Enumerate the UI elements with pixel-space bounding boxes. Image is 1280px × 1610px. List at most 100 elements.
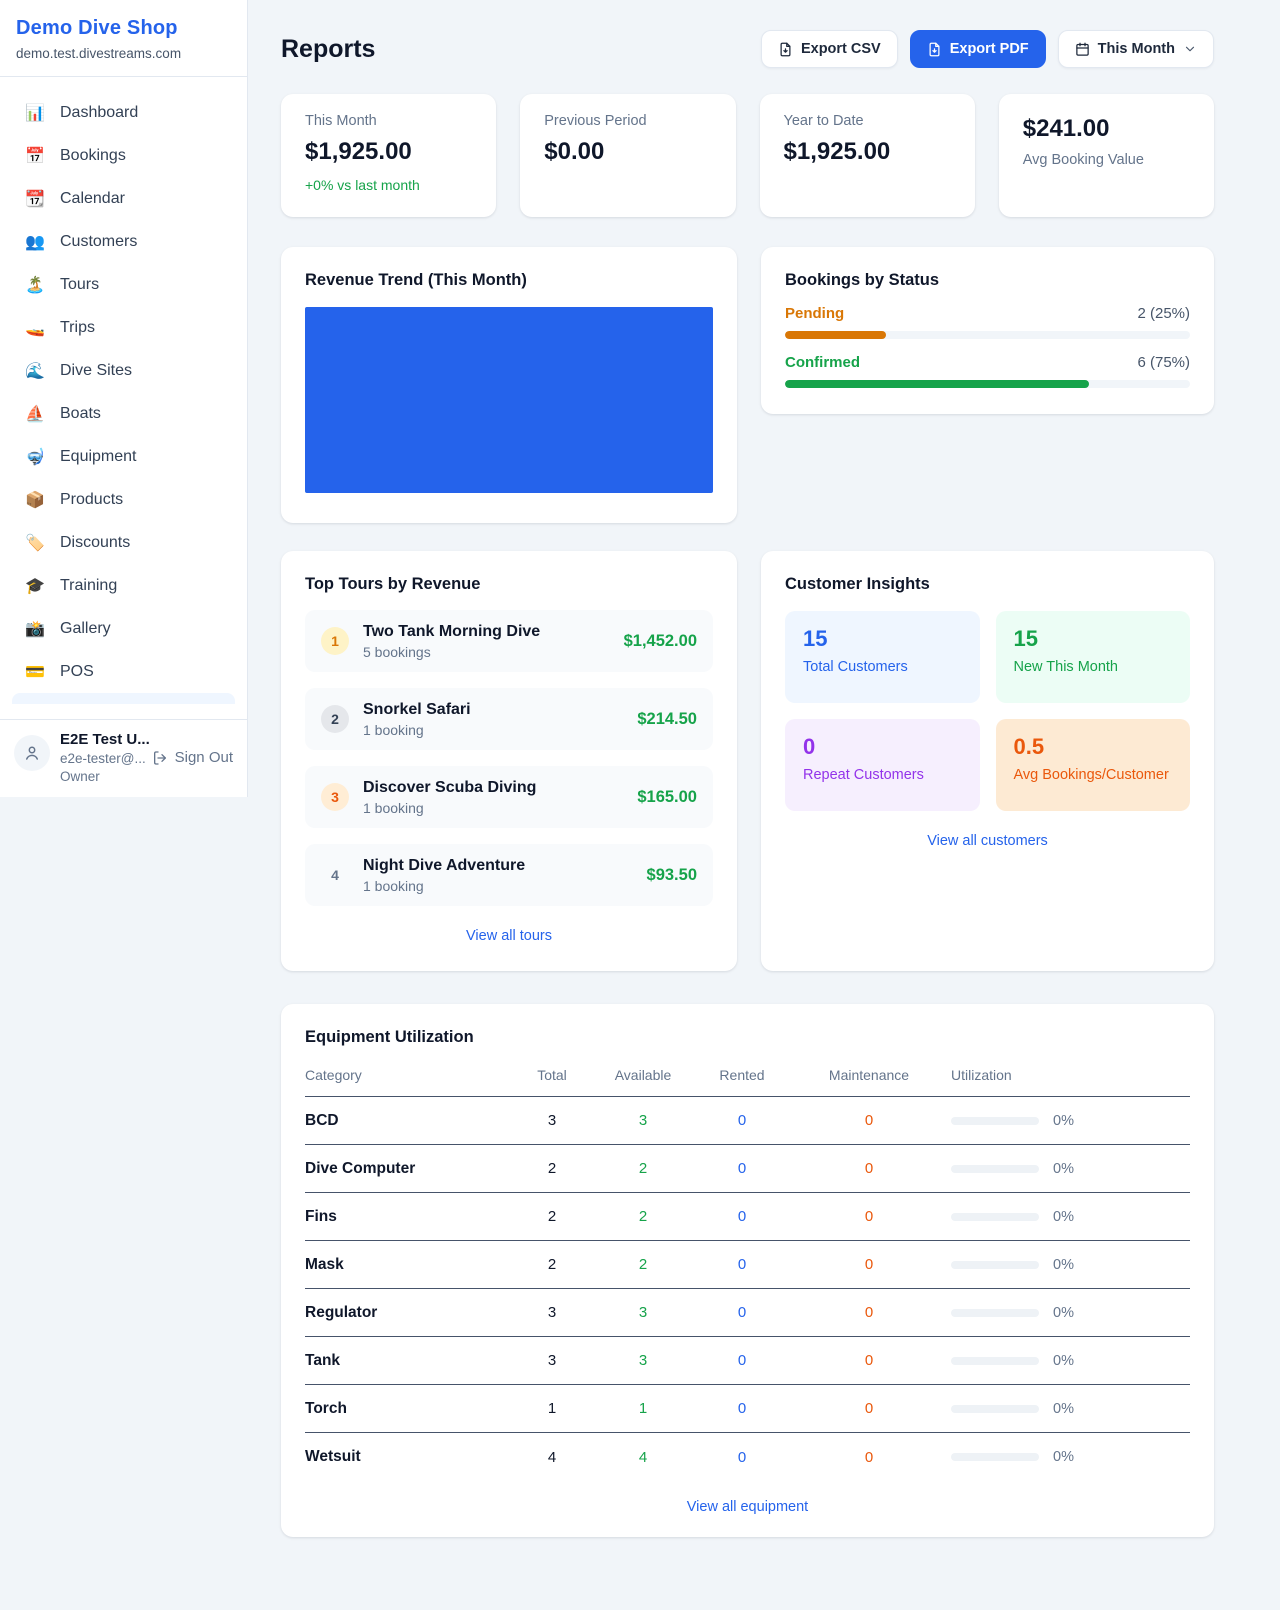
equipment-available: 4 [599,1449,687,1466]
status-value: 6 (75%) [1137,354,1190,371]
period-dropdown[interactable]: This Month [1058,30,1214,68]
equipment-category: Wetsuit [305,1448,505,1466]
equipment-available: 2 [599,1256,687,1273]
utilization-percent: 0% [1053,1209,1074,1225]
stat-card-previous-period: Previous Period $0.00 [520,94,735,217]
tour-name: Snorkel Safari [363,701,471,719]
utilization-bar [951,1453,1039,1461]
tour-row: 1 Two Tank Morning Dive 5 bookings $1,45… [305,610,713,672]
sidebar-item[interactable]: 🚤 Trips [12,306,235,349]
sidebar-item-icon: 🤿 [24,447,46,467]
stat-value: $241.00 [1023,115,1190,143]
sidebar-item[interactable]: ⛵ Boats [12,392,235,435]
sidebar-item[interactable]: 🎓 Training [12,564,235,607]
utilization-percent: 0% [1053,1257,1074,1273]
view-all-tours-link[interactable]: View all tours [305,928,713,944]
insight-value: 0 [803,734,962,760]
card-title: Revenue Trend (This Month) [305,271,713,290]
sidebar-item[interactable]: 📸 Gallery [12,607,235,650]
sidebar: Demo Dive Shop demo.test.divestreams.com… [0,0,248,797]
sidebar-item[interactable]: 🤿 Equipment [12,435,235,478]
export-pdf-label: Export PDF [950,41,1029,57]
sidebar-item-reports-partial[interactable] [12,693,235,704]
stat-value: $1,925.00 [784,138,951,166]
column-header: Available [599,1067,687,1083]
sidebar-item[interactable]: 🏝️ Tours [12,263,235,306]
stat-label: Year to Date [784,113,951,129]
equipment-table-body: BCD 3 3 0 0 0% Dive Computer 2 2 0 0 [305,1097,1190,1481]
utilization-bar [951,1261,1039,1269]
customer-insights-card: Customer Insights 15 Total Customers 15 … [761,551,1214,971]
sidebar-item-icon: 🌊 [24,361,46,381]
file-download-icon [778,42,793,57]
sidebar-item[interactable]: 💳 POS [12,650,235,693]
equipment-utilization-cell: 0% [941,1449,1190,1465]
export-csv-button[interactable]: Export CSV [761,30,898,68]
sidebar-item[interactable]: 👥 Customers [12,220,235,263]
table-row: Wetsuit 4 4 0 0 0% [305,1433,1190,1481]
top-tours-card: Top Tours by Revenue 1 Two Tank Morning … [281,551,737,971]
tours-list: 1 Two Tank Morning Dive 5 bookings $1,45… [305,610,713,906]
stat-label: Previous Period [544,113,711,129]
insight-tile: 15 New This Month [996,611,1191,703]
sidebar-item[interactable]: 🏷️ Discounts [12,521,235,564]
sidebar-item[interactable]: 📦 Products [12,478,235,521]
view-all-customers-link[interactable]: View all customers [785,833,1190,849]
status-row: Pending 2 (25%) [785,305,1190,339]
equipment-maintenance: 0 [797,1112,941,1129]
equipment-available: 2 [599,1208,687,1225]
table-row: Fins 2 2 0 0 0% [305,1193,1190,1241]
sidebar-item[interactable]: 🌊 Dive Sites [12,349,235,392]
logout-icon [152,750,168,766]
equipment-rented: 0 [687,1352,797,1369]
equipment-rented: 0 [687,1400,797,1417]
sidebar-item[interactable]: 📆 Calendar [12,177,235,220]
equipment-rented: 0 [687,1256,797,1273]
sidebar-item-icon: 📆 [24,189,46,209]
status-label: Pending [785,305,844,322]
sidebar-item-label: Dashboard [60,104,138,122]
table-row: Tank 3 3 0 0 0% [305,1337,1190,1385]
utilization-bar [951,1357,1039,1365]
sidebar-item-label: Products [60,491,123,509]
table-row: Torch 1 1 0 0 0% [305,1385,1190,1433]
equipment-rented: 0 [687,1449,797,1466]
utilization-bar [951,1117,1039,1125]
tour-row: 3 Discover Scuba Diving 1 booking $165.0… [305,766,713,828]
column-header: Category [305,1067,505,1083]
revenue-trend-card: Revenue Trend (This Month) [281,247,737,523]
export-pdf-button[interactable]: Export PDF [910,30,1046,68]
tour-bookings: 5 bookings [363,644,540,660]
insight-tile: 15 Total Customers [785,611,980,703]
stat-label: Avg Booking Value [1023,152,1190,168]
sidebar-user-footer: E2E Test U... e2e-tester@... Owner Sign … [0,719,247,797]
equipment-rented: 0 [687,1208,797,1225]
utilization-percent: 0% [1053,1305,1074,1321]
sign-out-label: Sign Out [175,749,233,766]
utilization-percent: 0% [1053,1353,1074,1369]
tour-bookings: 1 booking [363,878,525,894]
table-row: Dive Computer 2 2 0 0 0% [305,1145,1190,1193]
utilization-percent: 0% [1053,1161,1074,1177]
sidebar-item[interactable]: 📊 Dashboard [12,91,235,134]
tour-revenue: $214.50 [637,710,697,729]
sign-out-button[interactable]: Sign Out [152,749,233,766]
insight-value: 15 [803,626,962,652]
rank-badge: 2 [321,705,349,733]
stats-row: This Month $1,925.00 +0% vs last month P… [281,94,1214,217]
equipment-total: 1 [505,1400,599,1417]
user-name: E2E Test U... [60,731,142,748]
sidebar-item[interactable]: 📅 Bookings [12,134,235,177]
insight-value: 0.5 [1014,734,1173,760]
main-content: Reports Export CSV Export PDF This Month… [281,0,1214,1577]
revenue-trend-chart [305,307,713,493]
insight-tiles: 15 Total Customers 15 New This Month 0 R… [785,611,1190,811]
sidebar-item-icon: 📸 [24,619,46,639]
view-all-equipment-link[interactable]: View all equipment [305,1499,1190,1515]
equipment-utilization-cell: 0% [941,1257,1190,1273]
chevron-down-icon [1183,42,1197,56]
rank-badge: 3 [321,783,349,811]
stat-card-year-to-date: Year to Date $1,925.00 [760,94,975,217]
equipment-utilization-cell: 0% [941,1161,1190,1177]
sidebar-nav: 📊 Dashboard 📅 Bookings 📆 Calendar 👥 Cust… [0,77,247,693]
